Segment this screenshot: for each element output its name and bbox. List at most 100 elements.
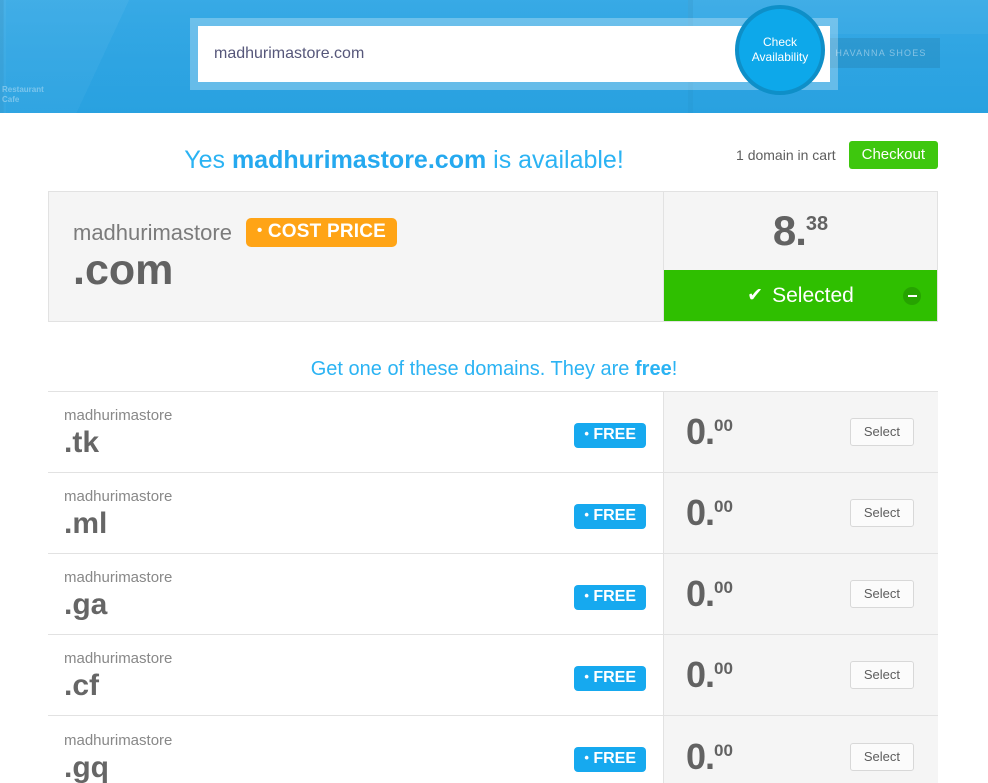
free-domain-actions: 0.00 Select <box>664 392 938 472</box>
check-availability-button[interactable]: Check Availability <box>735 5 825 95</box>
free-price-whole: 0. <box>686 735 715 777</box>
select-domain-button[interactable]: Select <box>849 418 914 446</box>
selected-domain-info: madhurimastore • COST PRICE .com <box>49 192 664 321</box>
free-price-cents: 00 <box>714 740 733 760</box>
free-price-cents: 00 <box>714 416 733 435</box>
results-page: Yes madhurimastore.com is available! 1 d… <box>0 137 988 783</box>
free-domain-tld: .gq <box>64 750 109 783</box>
free-badge: • FREE <box>574 503 646 529</box>
free-badge-label: FREE <box>593 506 636 524</box>
free-domain-actions: 0.00 Select <box>664 554 938 634</box>
cost-price-badge: • COST PRICE <box>245 218 398 247</box>
check-availability-label-line1: Check <box>762 35 797 49</box>
free-domain-name: madhurimastore <box>64 731 173 749</box>
free-domain-info: madhurimastore .gq • FREE <box>48 716 664 783</box>
free-heading-suffix: ! <box>671 358 678 380</box>
cafe-sign-text: Restaurant Cafe <box>2 85 44 105</box>
cost-price-badge-label: COST PRICE <box>267 221 387 242</box>
free-badge: • FREE <box>574 584 646 610</box>
free-domain-tld: .cf <box>64 669 100 702</box>
selected-domain-price: 8.38 <box>773 210 828 252</box>
free-domains-list: madhurimastore .tk • FREE 0.00 Select madhuri… <box>48 391 938 783</box>
free-badge-label: FREE <box>593 587 636 605</box>
free-price-whole: 0. <box>686 654 715 695</box>
free-domain-names: madhurimastore .ga <box>64 566 574 622</box>
select-domain-button[interactable]: Select <box>849 499 914 527</box>
free-domain-price: 0.00 <box>686 495 850 531</box>
headline-prefix: Yes <box>184 146 232 174</box>
free-domain-row: madhurimastore .ml • FREE 0.00 Select <box>48 473 938 554</box>
free-domain-tld: .ml <box>64 507 108 540</box>
free-domain-info: madhurimastore .ga • FREE <box>48 554 664 634</box>
free-domain-row: madhurimastore .tk • FREE 0.00 Select <box>48 392 938 473</box>
free-domain-names: madhurimastore .cf <box>64 647 574 703</box>
cafe-sign-line2: Cafe <box>2 95 20 104</box>
free-badge-dot: • <box>584 587 589 603</box>
free-domain-names: madhurimastore .tk <box>64 404 574 460</box>
free-domain-row: madhurimastore .gq • FREE 0.00 Select <box>48 716 938 783</box>
free-domain-tld: .tk <box>64 426 100 459</box>
free-badge-label: FREE <box>593 425 636 443</box>
cart-count-label: 1 domain in cart <box>736 147 836 163</box>
selected-domain-actions: 8.38 ✔ Selected <box>664 192 937 321</box>
cafe-sign-line1: Restaurant <box>2 85 44 94</box>
hero-banner: HAVANNA SHOES Restaurant Cafe Check Avai… <box>0 0 988 113</box>
free-heading-prefix: Get one of these domains. They are <box>310 358 635 380</box>
free-domain-price: 0.00 <box>686 576 850 612</box>
free-domain-row: madhurimastore .cf • FREE 0.00 Select <box>48 635 938 716</box>
free-domain-info: madhurimastore .tk • FREE <box>48 392 664 472</box>
free-heading-emphasis: free <box>635 358 672 380</box>
minus-circle-icon[interactable] <box>903 286 921 305</box>
free-badge: • FREE <box>574 422 646 448</box>
free-domains-heading: Get one of these domains. They are free! <box>0 358 988 381</box>
free-domain-actions: 0.00 Select <box>664 473 938 553</box>
free-domain-price: 0.00 <box>686 657 850 693</box>
free-domain-names: madhurimastore .gq <box>64 729 574 783</box>
free-domain-info: madhurimastore .ml • FREE <box>48 473 664 553</box>
select-domain-button[interactable]: Select <box>849 742 914 771</box>
free-badge-dot: • <box>584 425 589 441</box>
cost-price-badge-dot: • <box>256 222 263 239</box>
free-badge: • FREE <box>574 665 646 691</box>
free-price-cents: 00 <box>714 659 733 678</box>
free-domain-names: madhurimastore .ml <box>64 485 574 541</box>
free-badge-label: FREE <box>593 668 636 686</box>
selected-domain-card: madhurimastore • COST PRICE .com 8.38 ✔ … <box>48 191 938 322</box>
checkout-button[interactable]: Checkout <box>848 141 938 169</box>
select-domain-button[interactable]: Select <box>849 661 914 689</box>
selected-domain-tld: .com <box>73 246 174 294</box>
select-domain-button[interactable]: Select <box>849 580 914 608</box>
cart-area: 1 domain in cart Checkout <box>736 141 938 169</box>
check-availability-label-line2: Availability <box>751 50 809 64</box>
free-price-whole: 0. <box>686 492 715 533</box>
free-badge: • FREE <box>574 747 646 772</box>
free-domain-price: 0.00 <box>686 414 850 450</box>
minus-glyph <box>907 294 917 297</box>
selected-domain-name: madhurimastore <box>73 219 232 245</box>
free-price-whole: 0. <box>686 411 715 452</box>
selected-price-whole: 8. <box>772 207 807 254</box>
free-domain-actions: 0.00 Select <box>664 635 938 715</box>
free-price-cents: 00 <box>714 497 733 516</box>
free-domain-actions: 0.00 Select <box>664 716 938 783</box>
free-badge-label: FREE <box>593 750 636 767</box>
selected-domain-name-row: madhurimastore • COST PRICE <box>73 218 663 247</box>
free-domain-price: 0.00 <box>686 735 850 777</box>
headline-domain: madhurimastore.com <box>231 146 487 174</box>
free-domain-row: madhurimastore .ga • FREE 0.00 Select <box>48 554 938 635</box>
check-icon: ✔ <box>747 285 764 306</box>
free-domain-tld: .ga <box>64 588 108 621</box>
headline-row: Yes madhurimastore.com is available! 1 d… <box>0 137 988 183</box>
free-badge-dot: • <box>584 750 589 765</box>
headline-suffix: is available! <box>486 146 624 174</box>
free-domain-name: madhurimastore <box>64 650 173 667</box>
free-price-cents: 00 <box>714 578 733 597</box>
free-domain-name: madhurimastore <box>64 488 173 505</box>
free-domain-name: madhurimastore <box>64 407 173 424</box>
selected-price-cents: 38 <box>805 213 829 235</box>
free-domain-name: madhurimastore <box>64 569 173 586</box>
free-price-whole: 0. <box>686 573 715 614</box>
free-badge-dot: • <box>584 668 589 684</box>
selected-state-button[interactable]: ✔ Selected <box>664 270 937 321</box>
free-badge-dot: • <box>584 506 589 522</box>
